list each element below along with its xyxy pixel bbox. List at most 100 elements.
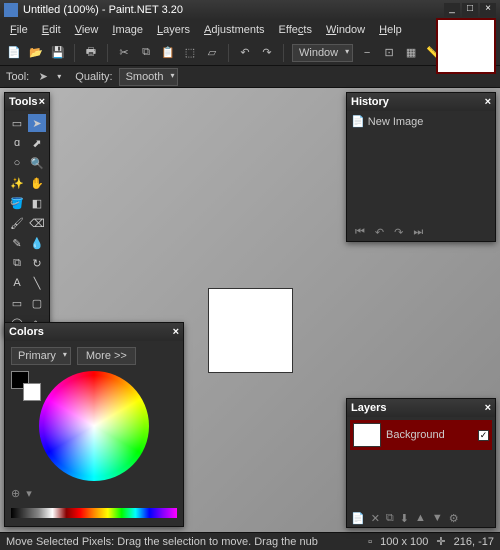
delete-layer-icon[interactable]: ✕: [371, 512, 380, 525]
history-panel: History × 📄 New Image ⏮ ↶ ↷ ⏭: [346, 92, 496, 242]
line-tool[interactable]: ╲: [28, 274, 46, 292]
document-preview[interactable]: [436, 18, 496, 74]
grid-icon[interactable]: ▦: [403, 45, 419, 61]
more-button[interactable]: More >>: [77, 347, 136, 365]
rect-tool[interactable]: ▭: [8, 294, 26, 312]
separator: [283, 44, 284, 62]
merge-down-icon[interactable]: ⬇: [400, 512, 409, 525]
minimize-button[interactable]: _: [444, 3, 460, 17]
lasso-tool[interactable]: ɑ: [8, 134, 26, 152]
tools-panel-title: Tools: [9, 96, 38, 108]
rewind-icon[interactable]: ⏮: [355, 226, 365, 239]
color-palette[interactable]: [11, 508, 177, 518]
move-up-icon[interactable]: ▲: [415, 512, 426, 525]
quality-label: Quality:: [75, 71, 112, 83]
gradient-tool[interactable]: ◧: [28, 194, 46, 212]
maximize-button[interactable]: □: [462, 3, 478, 17]
menu-window[interactable]: Window: [320, 22, 371, 38]
clone-tool[interactable]: ⧉: [8, 254, 26, 272]
layer-thumbnail: [353, 423, 381, 447]
zoom-tool[interactable]: 🔍: [28, 154, 46, 172]
add-layer-icon[interactable]: 📄: [351, 512, 365, 525]
redo-icon[interactable]: ↷: [259, 45, 275, 61]
close-icon[interactable]: ×: [173, 326, 179, 338]
ellipse-select-tool[interactable]: ○: [8, 154, 26, 172]
close-icon[interactable]: ×: [39, 96, 45, 108]
cursor-position: 216, -17: [454, 536, 494, 548]
print-icon[interactable]: 🖶: [83, 45, 99, 61]
forward-icon[interactable]: ⏭: [413, 226, 423, 239]
rounded-rect-tool[interactable]: ▢: [28, 294, 46, 312]
move-down-icon[interactable]: ▼: [432, 512, 443, 525]
menu-image[interactable]: Image: [106, 22, 149, 38]
pan-tool[interactable]: ✋: [28, 174, 46, 192]
color-swatches[interactable]: [11, 371, 41, 401]
text-tool[interactable]: A: [8, 274, 26, 292]
fill-tool[interactable]: 🪣: [8, 194, 26, 212]
copy-icon[interactable]: ⧉: [138, 45, 154, 61]
zoom-out-icon[interactable]: −: [359, 45, 375, 61]
add-color-icon[interactable]: ⊕: [11, 487, 20, 500]
quality-dropdown[interactable]: Smooth: [119, 68, 179, 86]
canvas[interactable]: [208, 288, 293, 373]
duplicate-layer-icon[interactable]: ⧉: [386, 512, 394, 525]
window-title: Untitled (100%) - Paint.NET 3.20: [23, 4, 444, 16]
layer-name: Background: [386, 429, 445, 441]
recolor-tool[interactable]: ↻: [28, 254, 46, 272]
separator: [228, 44, 229, 62]
current-tool-icon[interactable]: ➤: [35, 69, 51, 85]
close-icon[interactable]: ×: [485, 96, 491, 108]
history-item[interactable]: 📄 New Image: [351, 115, 491, 128]
layers-panel-header[interactable]: Layers ×: [347, 399, 495, 417]
move-selection-tool[interactable]: ⬈: [28, 134, 46, 152]
undo-icon[interactable]: ↶: [375, 226, 384, 239]
magic-wand-tool[interactable]: ✨: [8, 174, 26, 192]
color-channel-dropdown[interactable]: Primary: [11, 347, 71, 365]
status-hint: Move Selected Pixels: Drag the selection…: [6, 536, 318, 548]
separator: [74, 44, 75, 62]
menu-view[interactable]: View: [69, 22, 105, 38]
pencil-tool[interactable]: ✎: [8, 234, 26, 252]
paste-icon[interactable]: 📋: [160, 45, 176, 61]
rect-select-tool[interactable]: ▭: [8, 114, 26, 132]
menu-help[interactable]: Help: [373, 22, 408, 38]
secondary-color-swatch[interactable]: [23, 383, 41, 401]
separator: [107, 44, 108, 62]
zoom-fit-icon[interactable]: ⊡: [381, 45, 397, 61]
menubar: File Edit View Image Layers Adjustments …: [0, 20, 500, 40]
open-icon[interactable]: 📂: [28, 45, 44, 61]
window-dropdown[interactable]: Window: [292, 44, 353, 62]
save-icon[interactable]: 💾: [50, 45, 66, 61]
history-panel-header[interactable]: History ×: [347, 93, 495, 111]
dropdown-arrow-icon[interactable]: ▾: [57, 72, 61, 81]
tool-options-bar: Tool: ➤ ▾ Quality: Smooth: [0, 66, 500, 88]
workspace: Tools × ▭ ➤ ɑ ⬈ ○ 🔍 ✨ ✋ 🪣 ◧ 🖌 ⌫ ✎ 💧 ⧉ ↻ …: [0, 88, 500, 532]
menu-file[interactable]: File: [4, 22, 34, 38]
brush-tool[interactable]: 🖌: [8, 214, 26, 232]
layer-visible-checkbox[interactable]: ✓: [478, 430, 489, 441]
close-icon[interactable]: ×: [485, 402, 491, 414]
menu-adjustments[interactable]: Adjustments: [198, 22, 271, 38]
statusbar: Move Selected Pixels: Drag the selection…: [0, 532, 500, 550]
colors-panel-header[interactable]: Colors ×: [5, 323, 183, 341]
close-button[interactable]: ×: [480, 3, 496, 17]
move-tool[interactable]: ➤: [28, 114, 46, 132]
color-wheel[interactable]: [39, 371, 149, 481]
picker-tool[interactable]: 💧: [28, 234, 46, 252]
palette-options-icon[interactable]: ▾: [26, 487, 32, 500]
deselect-icon[interactable]: ▱: [204, 45, 220, 61]
redo-icon[interactable]: ↷: [394, 226, 403, 239]
menu-edit[interactable]: Edit: [36, 22, 67, 38]
menu-effects[interactable]: Effects: [273, 22, 318, 38]
menu-layers[interactable]: Layers: [151, 22, 196, 38]
properties-icon[interactable]: ⚙: [449, 512, 459, 525]
eraser-tool[interactable]: ⌫: [28, 214, 46, 232]
crop-icon[interactable]: ⬚: [182, 45, 198, 61]
canvas-size-icon: ▫: [368, 536, 372, 548]
layer-row[interactable]: Background ✓: [350, 420, 492, 450]
undo-icon[interactable]: ↶: [237, 45, 253, 61]
titlebar: Untitled (100%) - Paint.NET 3.20 _ □ ×: [0, 0, 500, 20]
tools-panel-header[interactable]: Tools ×: [5, 93, 49, 111]
new-icon[interactable]: 📄: [6, 45, 22, 61]
cut-icon[interactable]: ✂: [116, 45, 132, 61]
